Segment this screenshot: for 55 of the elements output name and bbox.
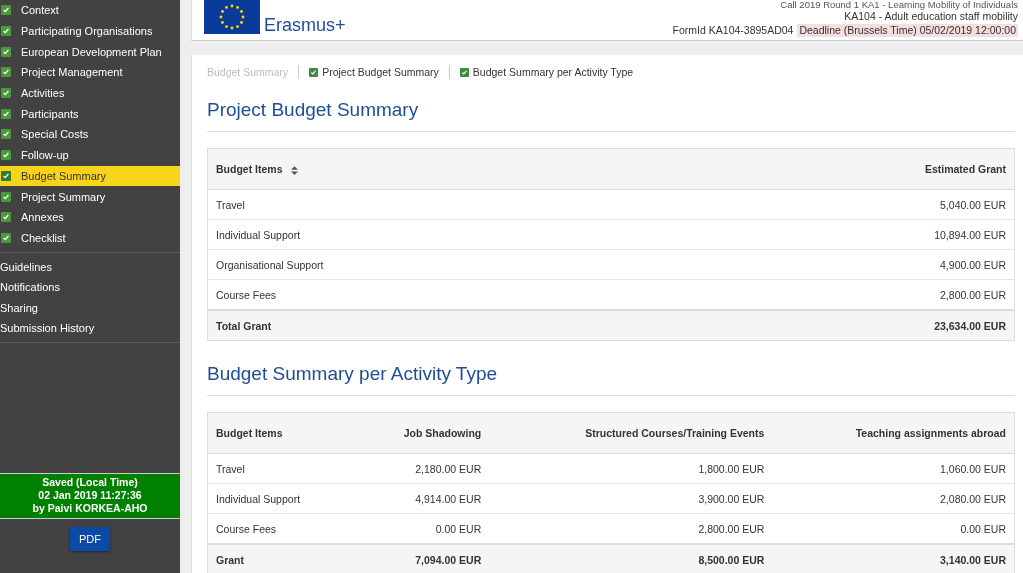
total-cell: Grant — [207, 544, 354, 573]
sidebar-item[interactable]: Checklist — [0, 227, 180, 249]
sidebar-item[interactable]: Budget Summary — [0, 165, 180, 187]
sidebar-item[interactable]: Participating Organisations — [0, 20, 180, 42]
sidebar-item[interactable]: Activities — [0, 82, 180, 104]
table-cell: 10,894.00 EUR — [658, 219, 1015, 250]
total-cell: 3,140.00 EUR — [772, 544, 1015, 573]
table-cell: Organisational Support — [207, 249, 659, 280]
section-link[interactable]: Budget Summary per Activity Type — [459, 66, 634, 78]
column-header: Budget Items — [207, 412, 354, 454]
column-header: Estimated Grant — [658, 148, 1015, 190]
flag-icon — [204, 0, 260, 34]
total-cell: 7,094.00 EUR — [353, 544, 490, 573]
total-cell: Total Grant — [207, 310, 659, 341]
column-header[interactable]: Budget Items — [207, 148, 659, 190]
table-cell: Travel — [207, 453, 354, 484]
total-cell: 8,500.00 EUR — [489, 544, 773, 573]
sidebar-item[interactable]: Project Summary — [0, 186, 180, 207]
logo-text: Erasmus+ — [264, 16, 346, 34]
section-link[interactable]: Project Budget Summary — [309, 66, 439, 78]
table-cell: 3,900.00 EUR — [489, 483, 773, 514]
section-title: Project Budget Summary — [207, 99, 420, 121]
sidebar-item[interactable]: Special Costs — [0, 124, 180, 145]
sidebar-item[interactable]: Context — [0, 0, 180, 21]
saved-status: Saved (Local Time) 02 Jan 2019 11:27:36 by Paivi KORKEA-AHO — [0, 473, 180, 519]
sidebar-item[interactable]: Participants — [0, 103, 180, 125]
pdf-button[interactable]: PDF — [70, 527, 110, 551]
sidebar-link[interactable]: Guidelines — [0, 256, 180, 277]
table-cell: 1,800.00 EUR — [489, 453, 773, 484]
sidebar-item[interactable]: Project Management — [0, 62, 180, 83]
table-cell: 5,040.00 EUR — [658, 189, 1015, 220]
sidebar-item[interactable]: European Development Plan — [0, 41, 180, 63]
column-header: Structured Courses/Training Events — [489, 412, 773, 454]
form-id: FormId KA104-3895AD04 — [672, 23, 794, 37]
sidebar-item[interactable]: Follow-up — [0, 144, 180, 166]
sidebar-link[interactable]: Submission History — [0, 317, 180, 339]
sidebar-link[interactable]: Sharing — [0, 297, 180, 318]
action-text: KA104 - Adult education staff mobility — [843, 10, 1018, 24]
table-cell: 4,914.00 EUR — [353, 483, 490, 514]
sort-icon[interactable] — [290, 165, 298, 175]
total-cell: 23,634.00 EUR — [658, 310, 1015, 341]
table-cell: 4,900.00 EUR — [658, 249, 1015, 280]
table-cell: Travel — [207, 189, 659, 220]
deadline-label: Deadline (Brussels Time) 05/02/2019 12:00:00 — [797, 23, 1018, 37]
section-title: Budget Summary per Activity Type — [207, 363, 499, 385]
call-text: Call 2019 Round 1 KA1 - Learning Mobility of Individuals — [779, 0, 1018, 10]
table-cell: 1,060.00 EUR — [772, 453, 1015, 484]
column-header: Teaching assignments abroad — [772, 412, 1015, 454]
column-header: Job Shadowing — [353, 412, 490, 454]
table-cell: 2,180.00 EUR — [353, 453, 490, 484]
sidebar-link[interactable]: Notifications — [0, 276, 180, 298]
table-cell: Individual Support — [207, 219, 659, 250]
sidebar-item[interactable]: Annexes — [0, 206, 180, 228]
table-cell: 2,080.00 EUR — [772, 483, 1015, 514]
table-cell: Individual Support — [207, 483, 354, 514]
